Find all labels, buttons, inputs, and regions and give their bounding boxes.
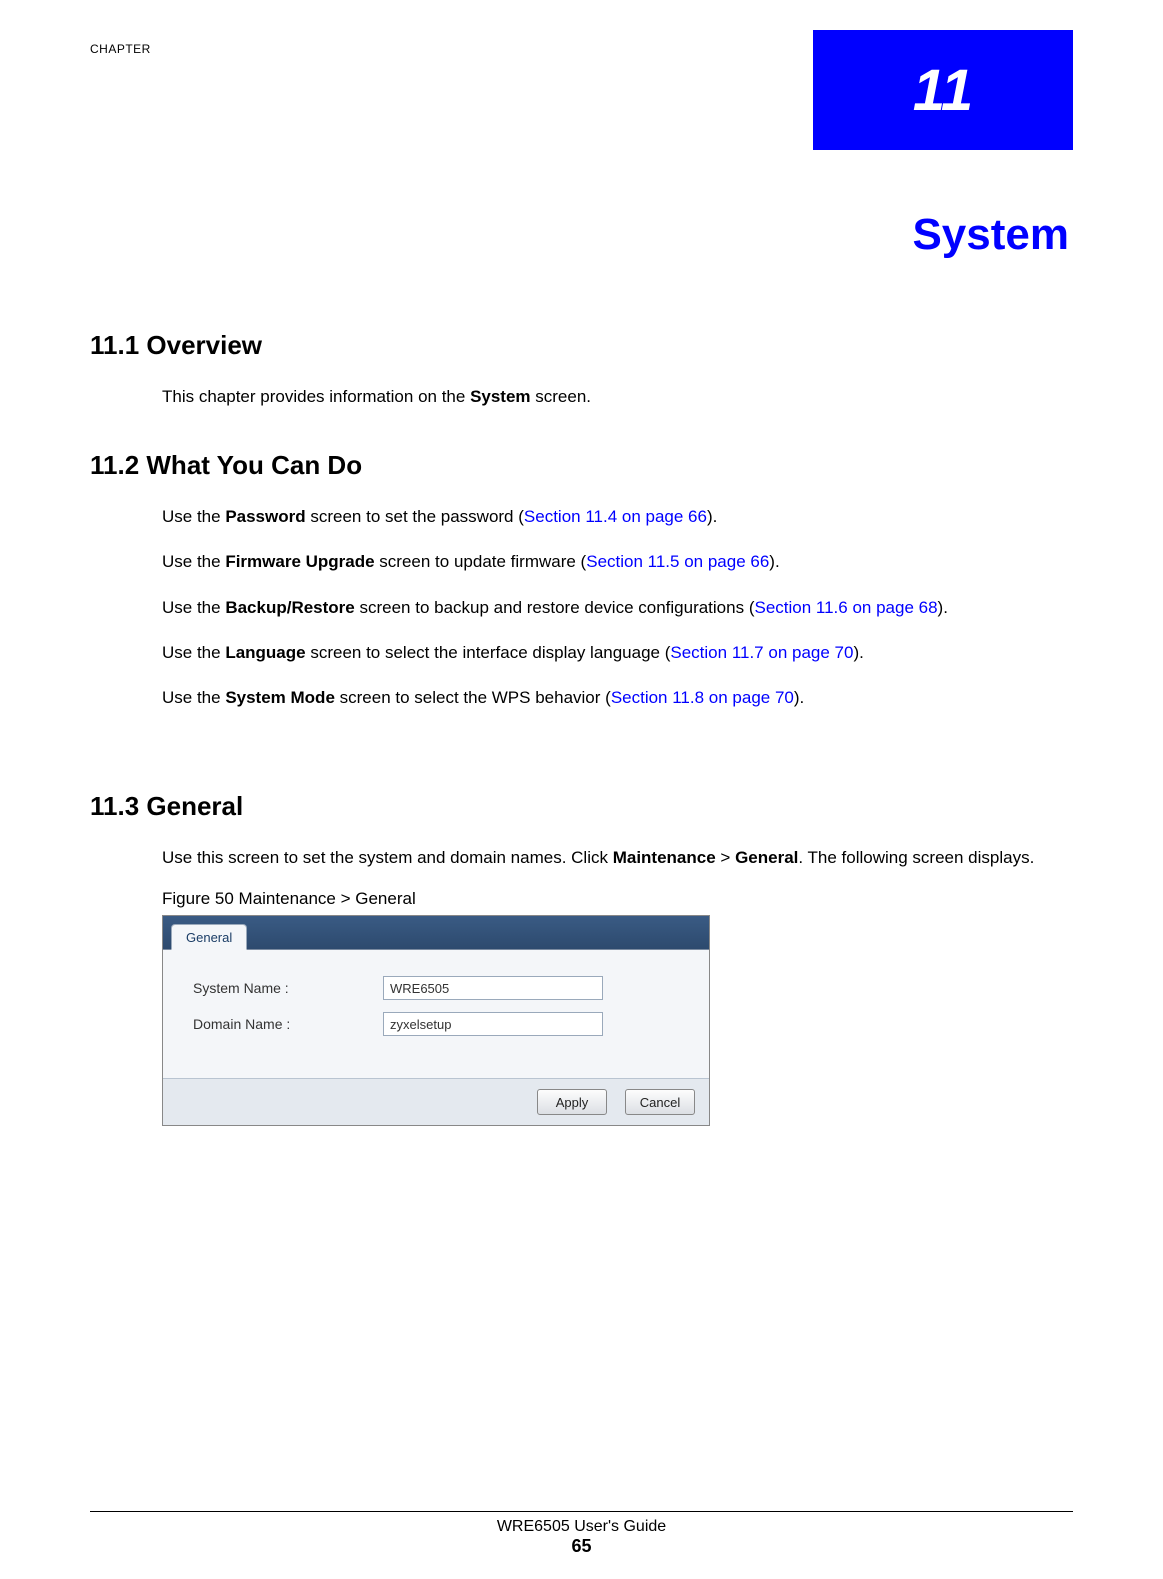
footer-rule	[90, 1511, 1073, 1512]
label-system-name: System Name :	[193, 980, 383, 996]
tab-general[interactable]: General	[171, 924, 247, 950]
bold-text: Language	[225, 643, 305, 662]
tab-bar: General	[163, 916, 709, 950]
text: ).	[853, 643, 863, 662]
text: screen to select the interface display l…	[306, 643, 671, 662]
page: CHAPTER 11 System 11.1 Overview This cha…	[0, 0, 1163, 1579]
section-11-1-heading: 11.1 Overview	[90, 330, 1073, 361]
input-domain-name[interactable]	[383, 1012, 603, 1036]
bold-text: Password	[225, 507, 305, 526]
text: ).	[769, 552, 779, 571]
cancel-button[interactable]: Cancel	[625, 1089, 695, 1115]
cross-reference-link[interactable]: Section 11.5 on page 66	[586, 552, 769, 571]
footer-title: WRE6505 User's Guide	[90, 1518, 1073, 1536]
text: This chapter provides information on the	[162, 387, 470, 406]
text: screen to select the WPS behavior (	[335, 688, 611, 707]
chapter-label: CHAPTER	[90, 42, 151, 56]
row-system-name: System Name :	[193, 976, 687, 1000]
panel-footer: Apply Cancel	[163, 1078, 709, 1125]
figure-caption: Figure 50 Maintenance > General	[162, 889, 1073, 909]
panel-body: System Name : Domain Name :	[163, 950, 709, 1078]
text: Use the	[162, 643, 225, 662]
text: . The following screen displays.	[798, 848, 1034, 867]
text: Use the	[162, 507, 225, 526]
bold-text: Firmware Upgrade	[225, 552, 374, 571]
section-11-1-body: This chapter provides information on the…	[162, 383, 1073, 410]
section-11-2-body: Use the Password screen to set the passw…	[162, 503, 1073, 711]
bold-text: General	[735, 848, 798, 867]
footer-page-number: 65	[90, 1536, 1073, 1557]
chapter-number: 11	[913, 57, 973, 124]
text: Use the	[162, 598, 225, 617]
chapter-title: System	[90, 210, 1073, 260]
page-footer: WRE6505 User's Guide 65	[90, 1511, 1073, 1557]
section-11-3-body: Use this screen to set the system and do…	[162, 844, 1073, 871]
section-11-2-heading: 11.2 What You Can Do	[90, 450, 1073, 481]
text: >	[716, 848, 735, 867]
text: ).	[938, 598, 948, 617]
input-system-name[interactable]	[383, 976, 603, 1000]
bold-text: Backup/Restore	[225, 598, 354, 617]
bold-text: System Mode	[225, 688, 335, 707]
apply-button[interactable]: Apply	[537, 1089, 607, 1115]
cross-reference-link[interactable]: Section 11.7 on page 70	[670, 643, 853, 662]
text: screen to update firmware (	[375, 552, 587, 571]
cross-reference-link[interactable]: Section 11.8 on page 70	[611, 688, 794, 707]
text: screen to set the password (	[306, 507, 524, 526]
label-domain-name: Domain Name :	[193, 1016, 383, 1032]
maintenance-general-panel: General System Name : Domain Name : Appl…	[162, 915, 710, 1126]
text: Use the	[162, 552, 225, 571]
chapter-number-box: 11	[813, 30, 1073, 150]
text: Use the	[162, 688, 225, 707]
row-domain-name: Domain Name :	[193, 1012, 687, 1036]
text: Use this screen to set the system and do…	[162, 848, 613, 867]
text: ).	[707, 507, 717, 526]
section-11-3-heading: 11.3 General	[90, 791, 1073, 822]
cross-reference-link[interactable]: Section 11.4 on page 66	[524, 507, 707, 526]
text: ).	[794, 688, 804, 707]
cross-reference-link[interactable]: Section 11.6 on page 68	[754, 598, 937, 617]
text: screen.	[531, 387, 591, 406]
bold-text: Maintenance	[613, 848, 716, 867]
text: screen to backup and restore device conf…	[355, 598, 755, 617]
bold-text: System	[470, 387, 530, 406]
